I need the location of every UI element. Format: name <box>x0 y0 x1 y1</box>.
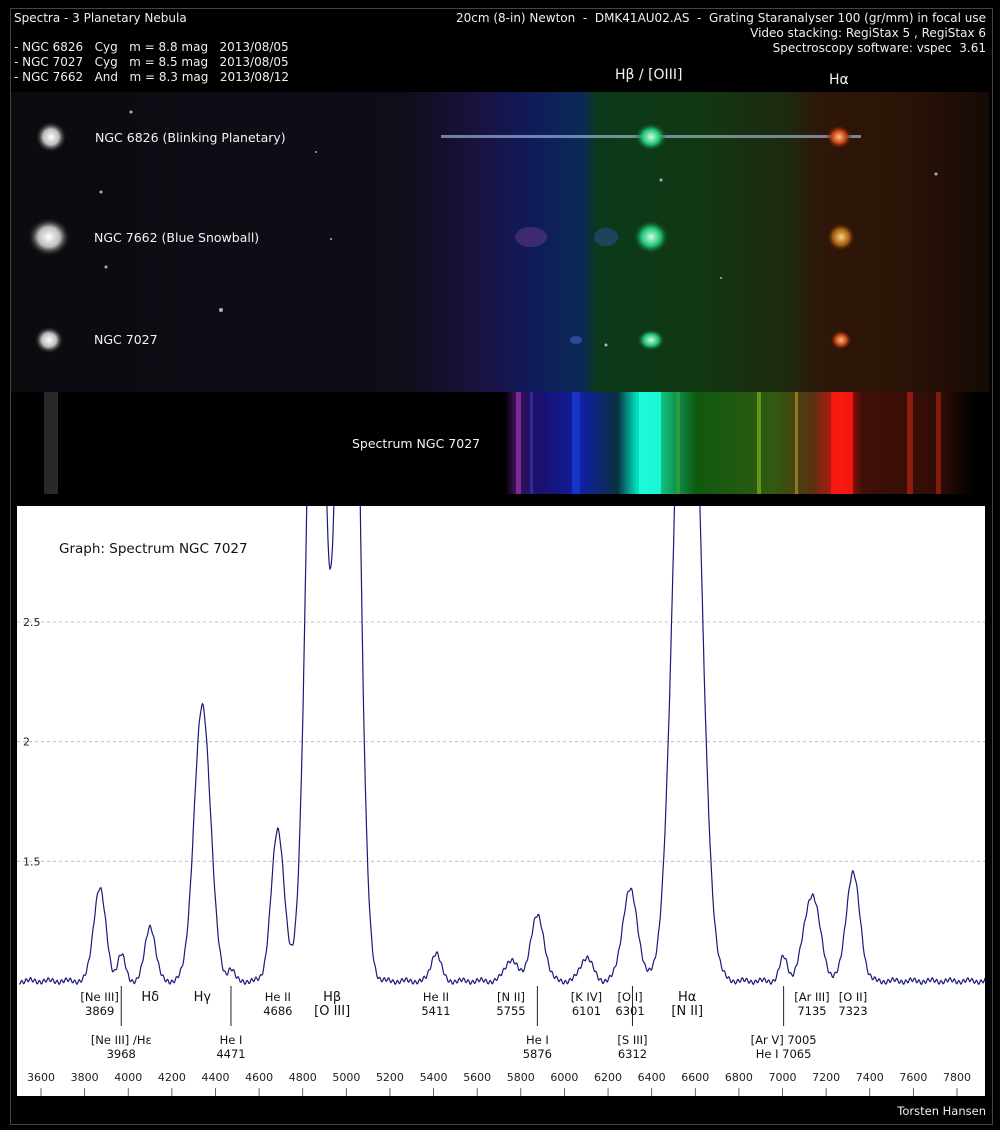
x-tick-label: 5400 <box>420 1071 448 1084</box>
annotation-value: 6312 <box>618 1047 647 1061</box>
x-tick-label: 4800 <box>289 1071 317 1084</box>
x-tick-label: 4600 <box>245 1071 273 1084</box>
chart-title: Graph: Spectrum NGC 7027 <box>59 541 248 557</box>
spectrum-strip-label: Spectrum NGC 7027 <box>352 436 481 451</box>
annotation-value: 3869 <box>85 1004 114 1018</box>
annotation-label: [Ar III] <box>794 990 829 1004</box>
annotation-label: He II <box>265 990 291 1004</box>
annotation-label: [Ar V] 7005 <box>751 1033 817 1047</box>
x-tick-label: 3800 <box>71 1071 99 1084</box>
annotation-label: [N II] <box>497 990 525 1004</box>
x-tick-label: 5600 <box>463 1071 491 1084</box>
spectrum-graph: 1.5 2 2.5 3600 3800 4000 4200 4400 4600 4800 5000 5… <box>17 506 985 1096</box>
x-tick-label: 3600 <box>27 1071 55 1084</box>
x-tick-label: 4400 <box>201 1071 229 1084</box>
annotation-label: [O I] <box>618 990 643 1004</box>
x-tick-label: 6800 <box>725 1071 753 1084</box>
equipment-line-3: Spectroscopy software: vspec 3.61 <box>772 41 986 55</box>
equipment-line-2: Video stacking: RegiStax 5 , RegiStax 6 <box>750 26 986 40</box>
annotation-value: [N II] <box>671 1004 703 1019</box>
x-tick-label: 7800 <box>943 1071 971 1084</box>
annotation-label: [Ne III] <box>80 990 118 1004</box>
annotation-value: 5876 <box>523 1047 552 1061</box>
strip-label-ngc7027: NGC 7027 <box>94 332 158 347</box>
annotation-value: 7135 <box>797 1004 826 1018</box>
strip-label-ngc6826: NGC 6826 (Blinking Planetary) <box>95 130 286 145</box>
header-title: Spectra - 3 Planetary Nebula <box>14 11 187 25</box>
object-line-1: - NGC 6826 Cyg m = 8.8 mag 2013/08/05 <box>14 40 289 54</box>
x-tick-label: 7200 <box>812 1071 840 1084</box>
annotation-label: He I <box>220 1033 243 1047</box>
annotation-label: [K IV] <box>571 990 602 1004</box>
annotation-label: Hα <box>678 990 696 1005</box>
x-tick-label: 4200 <box>158 1071 186 1084</box>
annotation-value: 6301 <box>615 1004 644 1018</box>
y-tick-label: 1.5 <box>23 855 41 868</box>
annotation-label: [Ne III] /Hε <box>91 1033 152 1047</box>
equipment-line-1: 20cm (8-in) Newton - DMK41AU02.AS - Grat… <box>455 11 986 25</box>
annotation-label: [S III] <box>617 1033 647 1047</box>
annotation-label: He I <box>526 1033 549 1047</box>
x-tick-label: 6400 <box>638 1071 666 1084</box>
x-tick-label: 4000 <box>114 1071 142 1084</box>
halpha-label: Hα <box>829 72 849 88</box>
annotation-label: Hβ <box>323 990 341 1005</box>
annotation-label: Hγ <box>194 990 212 1005</box>
spectra-strips <box>11 92 989 494</box>
annotation-value: 4471 <box>216 1047 245 1061</box>
annotation-value: 3968 <box>107 1047 136 1061</box>
strip-label-ngc7662: NGC 7662 (Blue Snowball) <box>94 230 260 245</box>
x-tick-label: 6000 <box>550 1071 578 1084</box>
x-tick-label: 7000 <box>769 1071 797 1084</box>
x-tick-label: 5800 <box>507 1071 535 1084</box>
x-tick-label: 7600 <box>899 1071 927 1084</box>
annotation-value: [O III] <box>314 1004 350 1019</box>
x-tick-label: 6600 <box>681 1071 709 1084</box>
object-line-2: - NGC 7027 Cyg m = 8.5 mag 2013/08/05 <box>14 55 289 69</box>
annotation-value: He I 7065 <box>756 1047 812 1061</box>
annotation-label: He II <box>423 990 449 1004</box>
credit: Torsten Hansen <box>897 1104 986 1118</box>
x-tick-label: 7400 <box>856 1071 884 1084</box>
x-tick-label: 6200 <box>594 1071 622 1084</box>
annotation-label: [O II] <box>839 990 867 1004</box>
annotation-label: Hδ <box>141 990 159 1005</box>
object-line-3: - NGC 7662 And m = 8.3 mag 2013/08/12 <box>14 70 290 84</box>
annotation-value: 4686 <box>263 1004 292 1018</box>
hbeta-oiii-label: Hβ / [OIII] <box>615 67 683 83</box>
y-tick-label: 2.5 <box>23 616 41 629</box>
annotation-value: 7323 <box>838 1004 867 1018</box>
annotation-value: 6101 <box>572 1004 601 1018</box>
x-tick-label: 5200 <box>376 1071 404 1084</box>
annotation-value: 5755 <box>496 1004 525 1018</box>
x-tick-label: 5000 <box>332 1071 360 1084</box>
y-tick-label: 2 <box>23 736 30 749</box>
annotation-value: 5411 <box>421 1004 450 1018</box>
